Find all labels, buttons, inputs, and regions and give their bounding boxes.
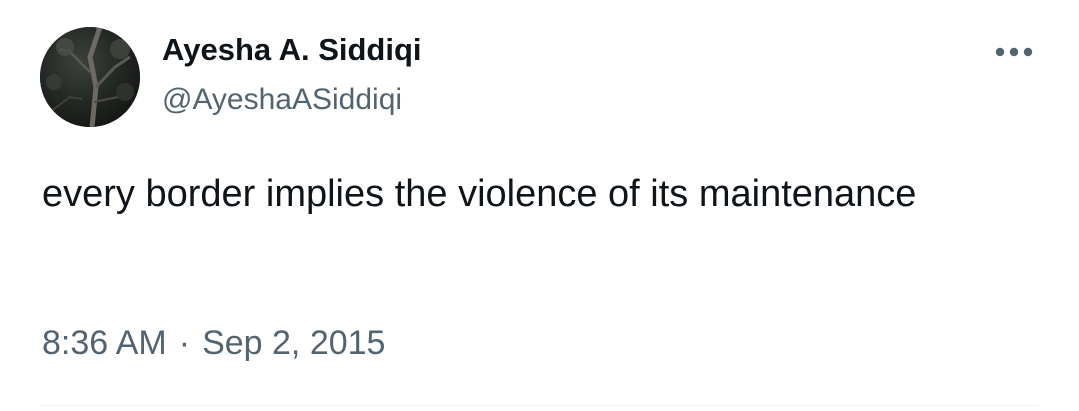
tweet-time[interactable]: 8:36 AM [42, 324, 167, 362]
tweet-date[interactable]: Sep 2, 2015 [202, 324, 385, 362]
avatar[interactable] [40, 27, 140, 127]
tweet-text: every border implies the violence of its… [42, 173, 917, 215]
author-display-name[interactable]: Ayesha A. Siddiqi [162, 32, 422, 68]
tweet-timestamp: 8:36 AM · Sep 2, 2015 [42, 324, 385, 363]
more-options-button[interactable] [988, 28, 1040, 76]
author-handle[interactable]: @AyeshaASiddiqi [162, 83, 402, 117]
meta-separator: · [178, 324, 191, 362]
more-horizontal-icon [995, 47, 1033, 57]
tweet-card: Ayesha A. Siddiqi @AyeshaASiddiqi every … [0, 0, 1079, 411]
divider [40, 405, 1039, 406]
avatar-image [40, 27, 140, 127]
